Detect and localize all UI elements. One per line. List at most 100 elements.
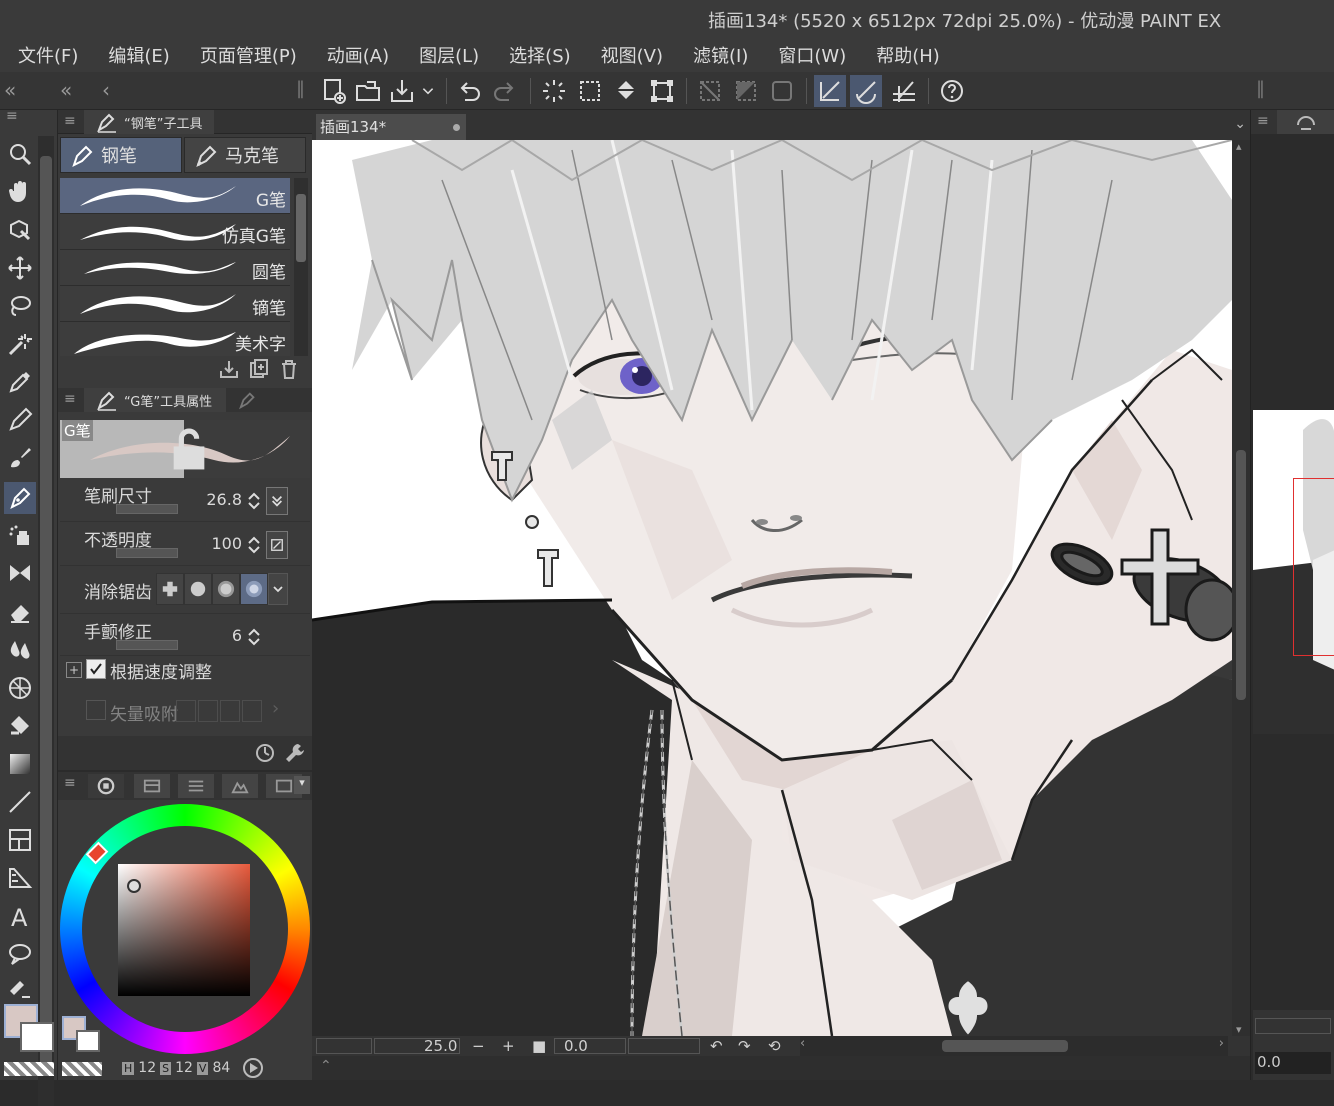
menu-page[interactable]: 页面管理(P): [189, 42, 308, 68]
group-tab-marker[interactable]: 马克笔: [184, 137, 306, 173]
tool-palette-scroll-thumb[interactable]: [40, 156, 52, 1076]
zoom-value[interactable]: 25.0: [424, 1037, 457, 1055]
fill-tool-icon[interactable]: [4, 710, 36, 742]
undo-icon[interactable]: [454, 75, 486, 107]
frame-tool-icon[interactable]: [4, 824, 36, 856]
object-tool-icon[interactable]: [4, 214, 36, 246]
menu-view[interactable]: 视图(V): [590, 42, 674, 68]
transform-icon[interactable]: [646, 75, 678, 107]
navigator-preview[interactable]: [1253, 410, 1334, 734]
snap-grid-icon[interactable]: [888, 75, 920, 107]
brush-size-slider[interactable]: [116, 504, 178, 514]
opacity-spinner-icon[interactable]: [246, 534, 262, 556]
opacity-link-button[interactable]: [266, 531, 288, 559]
scroll-left-icon[interactable]: ‹: [800, 1036, 805, 1051]
gradient-tool-icon[interactable]: [4, 748, 36, 780]
menu-help[interactable]: 帮助(H): [865, 42, 951, 68]
brush-tool-icon[interactable]: [4, 442, 36, 474]
eyedropper-icon[interactable]: [4, 366, 36, 398]
fit-view-icon[interactable]: ■: [532, 1037, 546, 1055]
zoom-in-icon[interactable]: +: [502, 1037, 515, 1055]
close-icon[interactable]: [453, 124, 460, 131]
navigator-rotation-field[interactable]: 0.0: [1255, 1052, 1331, 1074]
magic-wand-icon[interactable]: [4, 328, 36, 360]
loading-spin-icon[interactable]: [538, 75, 570, 107]
panel-menu-icon[interactable]: ≡: [64, 775, 76, 791]
vector-snap-options[interactable]: [176, 700, 268, 722]
move-tool-icon[interactable]: [4, 252, 36, 284]
tool-property-tab[interactable]: “G笔”工具属性: [84, 388, 226, 412]
tab-color-set[interactable]: [134, 774, 170, 798]
color-picker-cursor[interactable]: [127, 879, 141, 893]
menu-filter[interactable]: 滤镜(I): [682, 42, 759, 68]
pencil-tool-icon[interactable]: [4, 404, 36, 436]
collapse-left-icon[interactable]: ‹: [102, 78, 110, 102]
navigator-zoom-slider[interactable]: [1255, 1018, 1331, 1034]
decoration-tool-icon[interactable]: [4, 558, 36, 590]
subtool-tab[interactable]: “钢笔”子工具: [84, 110, 214, 134]
rotation-slider[interactable]: [628, 1038, 700, 1054]
antialias-dropdown[interactable]: [268, 573, 288, 605]
menu-window[interactable]: 窗口(W): [767, 42, 857, 68]
expand-up-icon[interactable]: ⌃: [320, 1058, 332, 1074]
zoom-out-icon[interactable]: −: [472, 1037, 485, 1055]
brush-item-g-pen[interactable]: G笔: [60, 178, 290, 214]
scroll-right-icon[interactable]: ›: [1219, 1036, 1224, 1051]
brush-item-calligraphy[interactable]: 美术字: [60, 322, 290, 356]
navigator-rotation-value[interactable]: 0.0: [1257, 1053, 1281, 1071]
select-all-icon[interactable]: [574, 75, 606, 107]
hand-tool-icon[interactable]: [4, 176, 36, 208]
menu-layer[interactable]: 图层(L): [408, 42, 490, 68]
brush-size-value[interactable]: 26.8: [206, 490, 242, 509]
tab-intermediate-color[interactable]: [222, 774, 258, 798]
canvas-vertical-scrollbar[interactable]: ▴ ▾: [1232, 140, 1250, 1036]
opacity-slider[interactable]: [116, 548, 178, 558]
group-tab-pen[interactable]: 钢笔: [60, 137, 182, 173]
reset-rotation-icon[interactable]: ⟲: [768, 1037, 781, 1055]
play-circle-icon[interactable]: [242, 1057, 264, 1079]
sub-color-swatch[interactable]: [20, 1022, 54, 1052]
selection-border-icon[interactable]: [766, 75, 798, 107]
wrench-icon[interactable]: [284, 742, 306, 764]
panel-menu-icon[interactable]: ≡: [64, 113, 76, 129]
snap-ruler-icon[interactable]: [814, 75, 846, 107]
chevron-down-icon[interactable]: ⌄: [1234, 116, 1246, 132]
document-tab[interactable]: 插画134*: [316, 114, 466, 140]
brush-item-round-pen[interactable]: 圆笔: [60, 250, 290, 286]
collapse-panel-icon[interactable]: «: [60, 78, 72, 102]
help-icon[interactable]: [936, 75, 968, 107]
perspective-grid-icon[interactable]: [4, 672, 36, 704]
saturation-value[interactable]: 12: [175, 1060, 193, 1076]
antialias-medium[interactable]: [212, 573, 240, 605]
menu-select[interactable]: 选择(S): [498, 42, 581, 68]
chevron-down-icon[interactable]: ▾: [294, 776, 310, 794]
lock-icon[interactable]: [84, 426, 294, 472]
brush-item-real-g-pen[interactable]: 仿真G笔: [60, 214, 290, 250]
lasso-tool-icon[interactable]: [4, 290, 36, 322]
dock-grip-icon[interactable]: ‖: [1256, 78, 1265, 99]
rotate-right-icon[interactable]: ↷: [738, 1037, 751, 1055]
tab-color-wheel[interactable]: [88, 774, 124, 798]
balloon-tool-icon[interactable]: [4, 938, 36, 970]
redo-icon[interactable]: [488, 75, 520, 107]
rotation-value[interactable]: 0.0: [564, 1037, 588, 1055]
eraser-tool-icon[interactable]: [4, 596, 36, 628]
expand-icon[interactable]: +: [66, 662, 82, 678]
navigator-tab[interactable]: [1277, 110, 1334, 134]
rotate-left-icon[interactable]: ↶: [710, 1037, 723, 1055]
chevron-right-icon[interactable]: ›: [272, 698, 279, 719]
import-brush-icon[interactable]: [218, 358, 240, 380]
stabilization-slider[interactable]: [116, 640, 178, 650]
drawing-canvas[interactable]: [312, 140, 1232, 1036]
new-file-icon[interactable]: [318, 75, 350, 107]
canvas-horizontal-scrollbar[interactable]: ‹ ›: [800, 1036, 1228, 1056]
speed-adjust-checkbox[interactable]: [86, 659, 106, 679]
zoom-tool-icon[interactable]: [4, 138, 36, 170]
stabilization-value[interactable]: 6: [232, 626, 242, 645]
brush-list-scroll-thumb[interactable]: [296, 194, 306, 262]
deselect-icon[interactable]: [694, 75, 726, 107]
menu-animation[interactable]: 动画(A): [316, 42, 400, 68]
sub-color-swatch-small[interactable]: [76, 1030, 100, 1052]
duplicate-brush-icon[interactable]: [248, 358, 270, 380]
brush-list-scrollbar[interactable]: [294, 178, 308, 356]
